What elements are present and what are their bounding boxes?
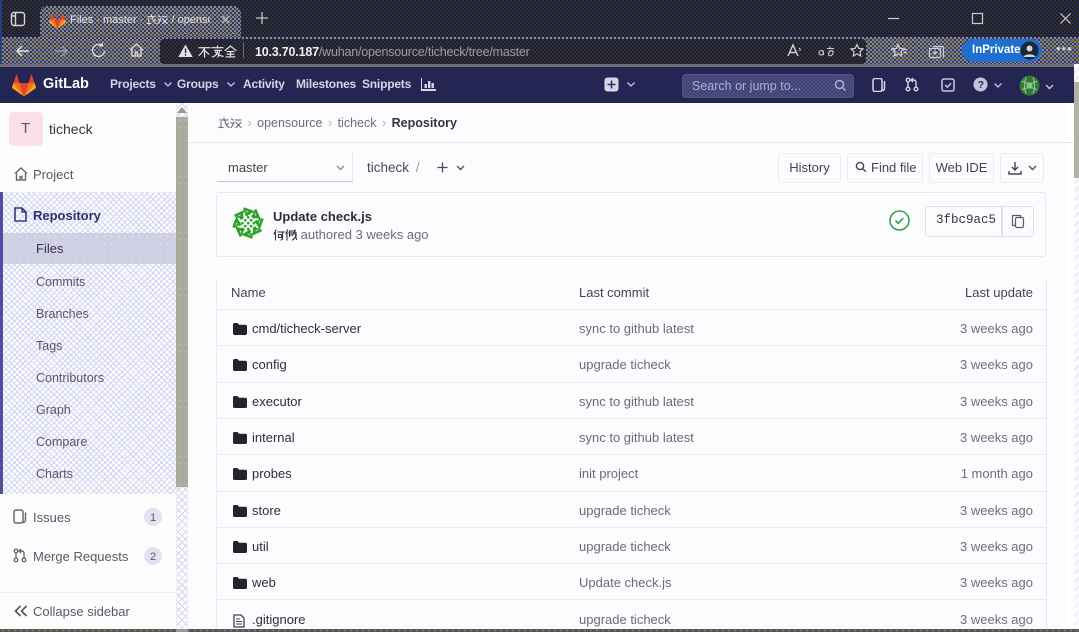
svg-text:?: ? <box>978 80 984 91</box>
